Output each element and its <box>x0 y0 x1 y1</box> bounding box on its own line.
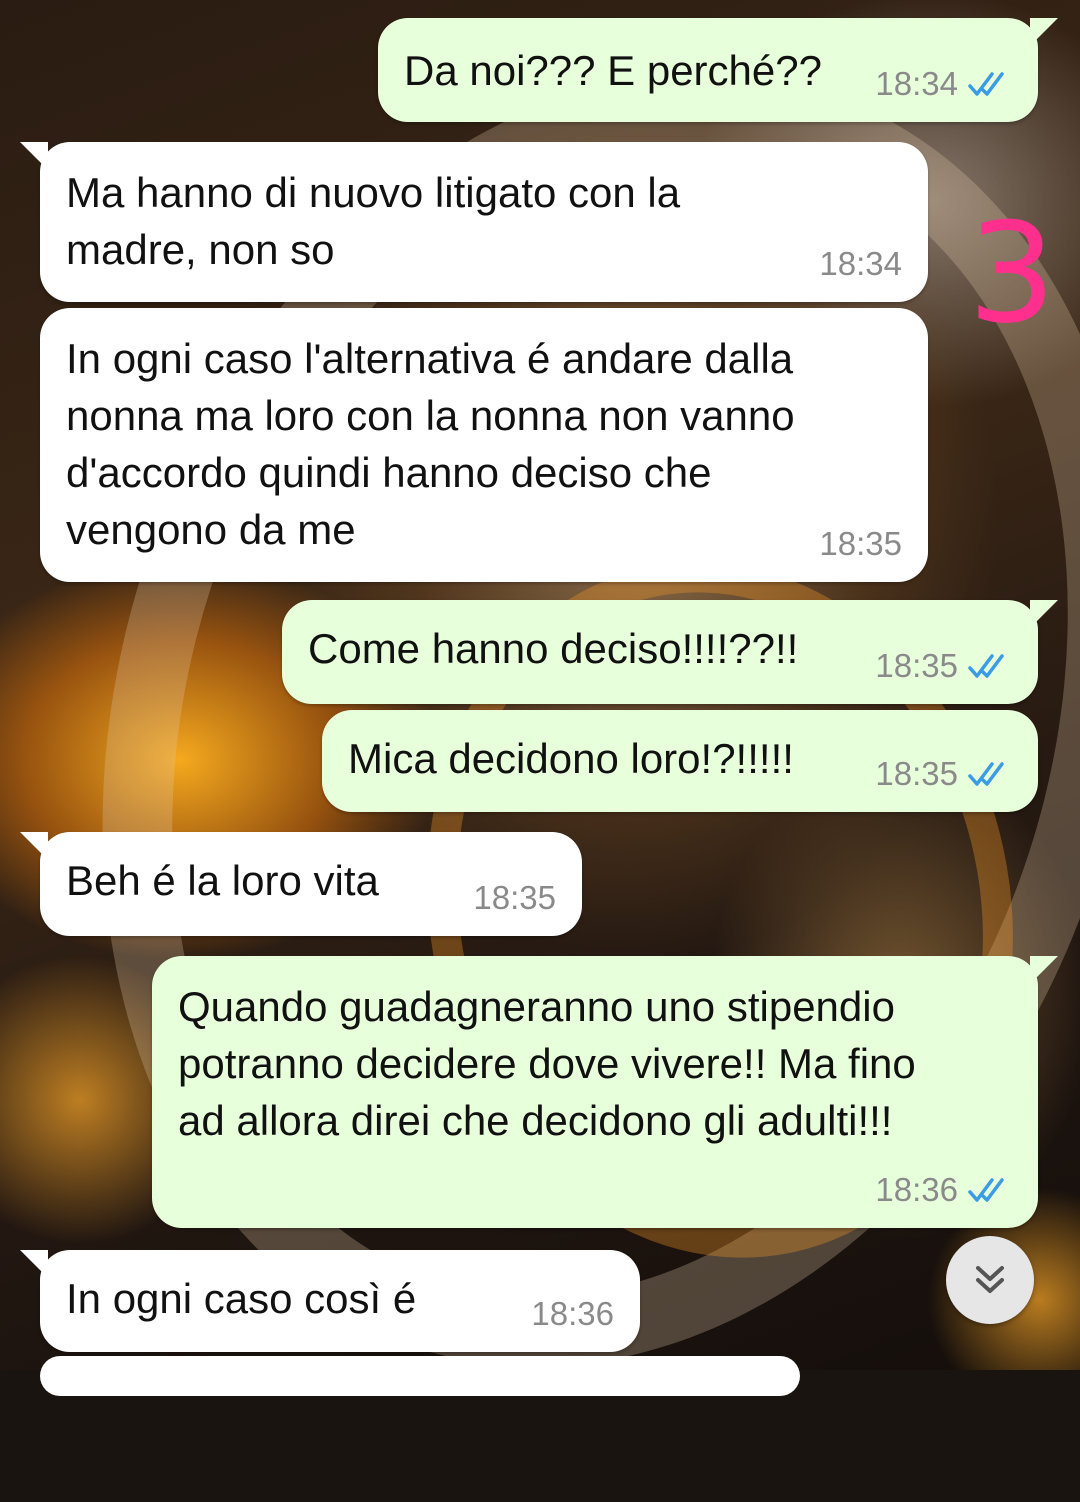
double-chevron-down-icon <box>976 1266 1004 1293</box>
read-receipt-icon <box>968 72 1004 96</box>
message-meta: 18:35 <box>473 878 556 918</box>
message-time: 18:34 <box>875 65 958 102</box>
message-time: 18:35 <box>875 755 958 792</box>
message-bubble-outgoing[interactable]: Da noi??? E perché?? 18:34 <box>378 18 1058 122</box>
handwritten-annotation: 3 <box>968 193 1056 354</box>
message-time: 18:35 <box>819 525 902 562</box>
scroll-to-bottom-button[interactable] <box>946 1236 1034 1324</box>
message-meta: 18:35 <box>819 524 902 564</box>
message-text: Quando guadagneranno uno stipendio potra… <box>178 983 916 1144</box>
message-bubble-incoming[interactable]: Beh é la loro vita 18:35 <box>20 832 582 936</box>
message-bubble-incoming[interactable]: In ogni caso così é 18:36 <box>20 1250 640 1352</box>
message-time: 18:34 <box>819 245 902 282</box>
message-time: 18:35 <box>875 647 958 684</box>
read-receipt-icon <box>968 654 1004 678</box>
message-text: Ma hanno di nuovo litigato con la madre,… <box>66 169 681 273</box>
message-meta: 18:34 <box>875 64 1012 104</box>
message-meta: 18:34 <box>819 244 902 284</box>
message-meta: 18:36 <box>875 1170 1012 1210</box>
message-bubble-incoming[interactable]: Ma hanno di nuovo litigato con la madre,… <box>20 142 928 302</box>
message-text: In ogni caso l'alternativa é andare dall… <box>66 335 795 553</box>
message-meta: 18:36 <box>531 1294 614 1334</box>
read-receipt-icon <box>968 762 1004 786</box>
message-time: 18:36 <box>875 1171 958 1208</box>
message-bubble-outgoing[interactable]: Quando guadagneranno uno stipendio potra… <box>152 956 1058 1228</box>
message-bubble-outgoing[interactable]: Mica decidono loro!?!!!!! 18:35 <box>322 710 1038 812</box>
message-bubble-incoming[interactable]: In ogni caso l'alternativa é andare dall… <box>40 308 928 582</box>
message-bubble-outgoing[interactable]: Come hanno deciso!!!!??!! 18:35 <box>282 600 1058 704</box>
message-bubble-incoming-partial[interactable] <box>40 1356 800 1396</box>
message-time: 18:35 <box>473 879 556 916</box>
read-receipt-icon <box>968 1178 1004 1202</box>
message-time: 18:36 <box>531 1295 614 1332</box>
message-meta: 18:35 <box>875 646 1012 686</box>
message-meta: 18:35 <box>875 754 1012 794</box>
